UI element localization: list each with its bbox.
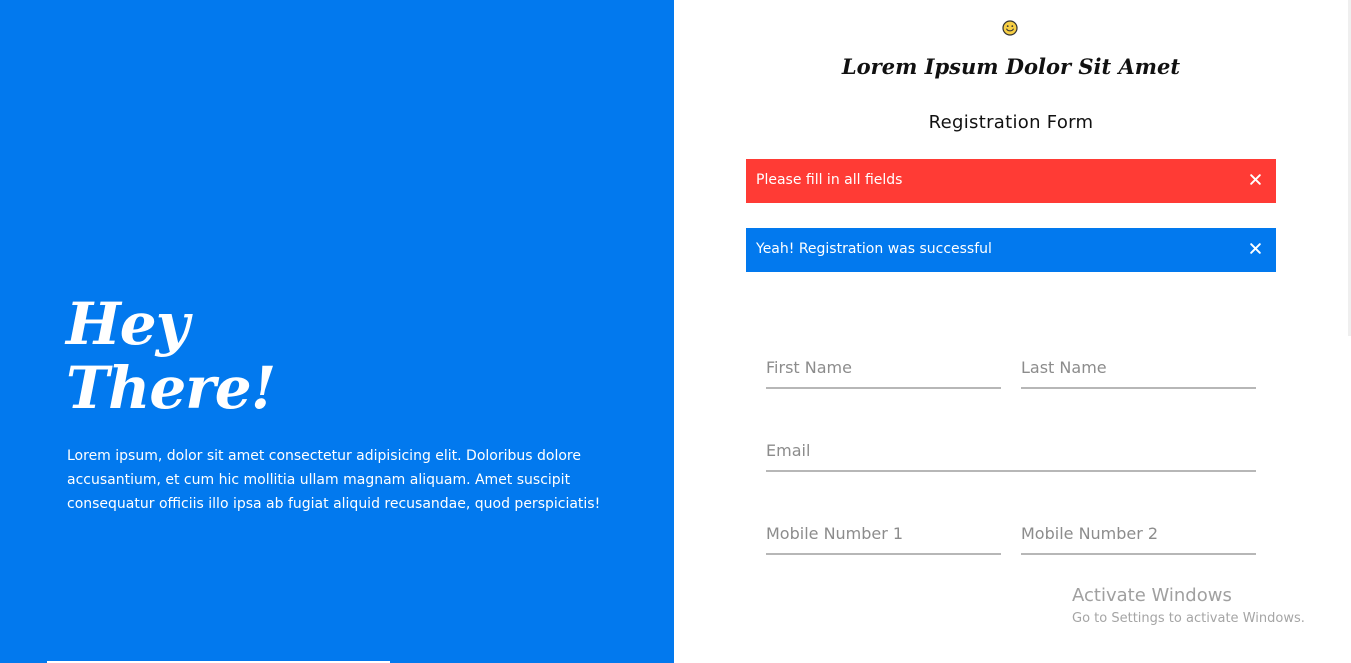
error-alert: Please fill in all fields (746, 159, 1276, 203)
last-name-input[interactable] (1021, 347, 1256, 389)
error-alert-message: Please fill in all fields (756, 172, 903, 188)
mobile-number-1-field (766, 513, 1001, 555)
hero-title-line-1: Hey (66, 290, 189, 358)
mobile-number-2-field (1021, 513, 1256, 555)
smiley-icon (1002, 20, 1018, 36)
hero-title: Hey There! (66, 290, 276, 422)
close-icon[interactable] (1249, 173, 1262, 186)
first-name-field (766, 347, 1001, 389)
email-field (766, 430, 1256, 472)
hero-title-line-2: There! (66, 354, 276, 422)
hero-description: Lorem ipsum, dolor sit amet consectetur … (67, 448, 601, 512)
registration-page: Hey There! Lorem ipsum, dolor sit amet c… (0, 0, 1351, 663)
success-alert: Yeah! Registration was successful (746, 228, 1276, 272)
form-title: Registration Form (928, 112, 1094, 133)
close-icon[interactable] (1249, 242, 1262, 255)
intro-panel: Hey There! Lorem ipsum, dolor sit amet c… (0, 0, 674, 663)
brand-title: Lorem Ipsum Dolor Sit Amet (841, 54, 1181, 79)
mobile-number-2-input[interactable] (1021, 513, 1256, 555)
last-name-field (1021, 347, 1256, 389)
first-name-input[interactable] (766, 347, 1001, 389)
mobile-number-1-input[interactable] (766, 513, 1001, 555)
success-alert-message: Yeah! Registration was successful (756, 241, 992, 257)
email-input[interactable] (766, 430, 1256, 472)
form-panel (674, 0, 1351, 663)
